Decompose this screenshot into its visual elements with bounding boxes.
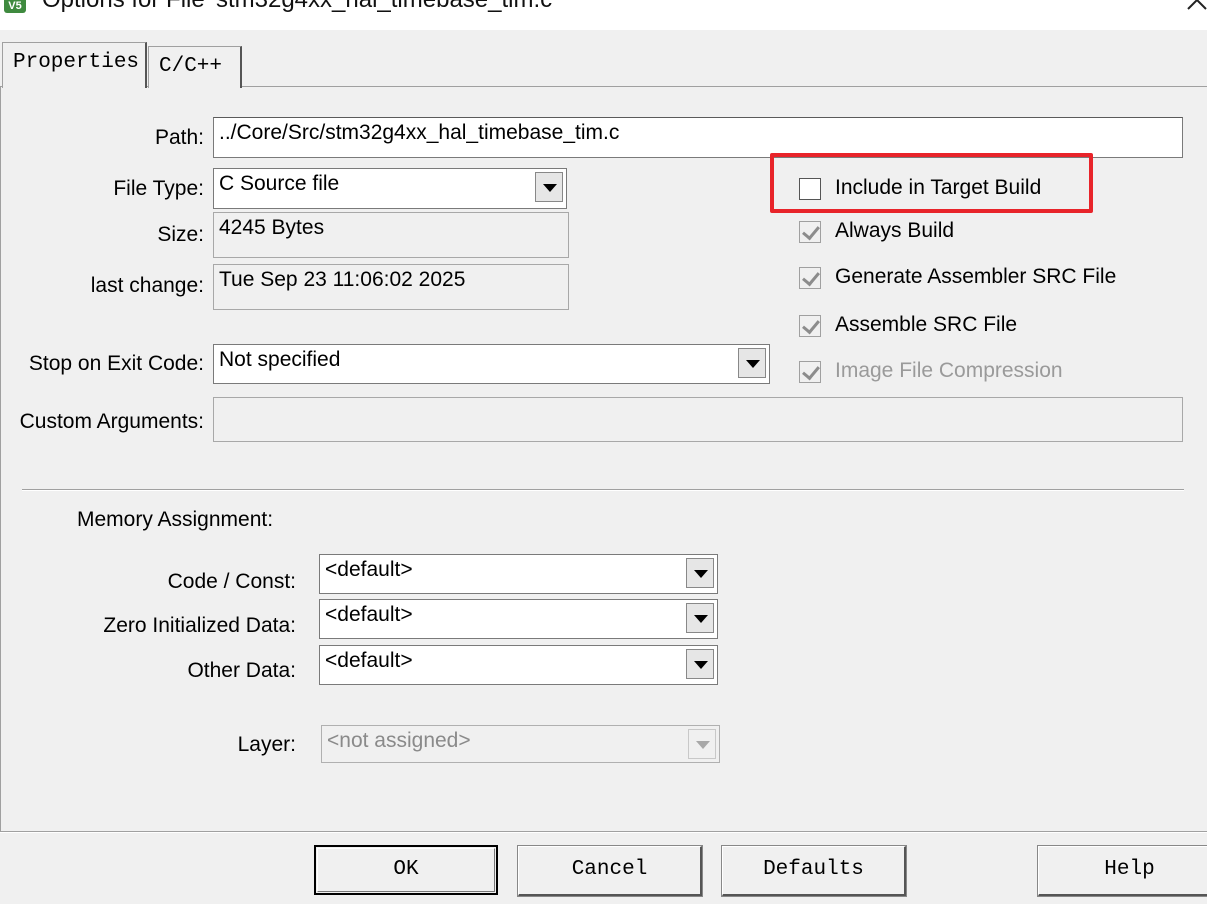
stop-on-exit-select[interactable]: Not specified bbox=[213, 344, 770, 384]
size-label: Size: bbox=[157, 223, 204, 246]
stop-on-exit-value: Not specified bbox=[219, 348, 341, 371]
path-field[interactable]: ../Core/Src/stm32g4xx_hal_timebase_tim.c bbox=[213, 117, 1183, 158]
tab-cpp[interactable]: C/C++ bbox=[148, 46, 242, 88]
other-data-select[interactable]: <default> bbox=[319, 645, 718, 685]
chevron-down-icon bbox=[688, 729, 716, 759]
other-data-label: Other Data: bbox=[187, 659, 296, 682]
generate-assembler-src-label: Generate Assembler SRC File bbox=[835, 265, 1117, 288]
stop-on-exit-label: Stop on Exit Code: bbox=[28, 352, 204, 375]
zero-initialized-label: Zero Initialized Data: bbox=[103, 614, 296, 637]
path-label: Path: bbox=[154, 126, 204, 149]
image-file-compression-option: Image File Compression bbox=[799, 359, 1099, 387]
close-icon[interactable] bbox=[1184, 0, 1207, 13]
last-change-field: Tue Sep 23 11:06:02 2025 bbox=[213, 264, 569, 310]
memory-assignment-heading: Memory Assignment: bbox=[77, 508, 274, 531]
tab-cpp-label: C/C++ bbox=[159, 55, 223, 78]
code-const-select[interactable]: <default> bbox=[319, 554, 718, 594]
ok-button[interactable]: OK bbox=[314, 845, 498, 895]
file-type-value: C Source file bbox=[219, 172, 340, 195]
image-file-compression-label: Image File Compression bbox=[835, 359, 1063, 382]
chevron-down-icon[interactable] bbox=[686, 558, 714, 588]
button-bar-divider bbox=[0, 831, 1207, 833]
highlight-box bbox=[770, 153, 1093, 213]
assemble-src-option[interactable]: Assemble SRC File bbox=[799, 313, 1099, 341]
zero-initialized-value: <default> bbox=[325, 603, 413, 626]
image-file-compression-checkbox bbox=[799, 361, 821, 383]
chevron-down-icon[interactable] bbox=[686, 649, 714, 679]
zero-initialized-select[interactable]: <default> bbox=[319, 599, 718, 639]
always-build-option[interactable]: Always Build bbox=[799, 219, 1099, 247]
title-bar: V5 Options for File 'stm32g4xx_hal_timeb… bbox=[0, 0, 1207, 30]
code-const-label: Code / Const: bbox=[167, 570, 296, 593]
file-type-label: File Type: bbox=[113, 177, 204, 200]
size-field: 4245 Bytes bbox=[213, 212, 569, 258]
layer-label: Layer: bbox=[237, 733, 296, 756]
always-build-checkbox[interactable] bbox=[799, 221, 821, 243]
chevron-down-icon[interactable] bbox=[535, 172, 563, 202]
section-divider bbox=[22, 489, 1184, 491]
custom-arguments-label: Custom Arguments: bbox=[19, 410, 204, 433]
generate-assembler-src-option[interactable]: Generate Assembler SRC File bbox=[799, 265, 1159, 293]
tab-properties[interactable]: Properties bbox=[2, 42, 147, 88]
assemble-src-checkbox[interactable] bbox=[799, 315, 821, 337]
help-button[interactable]: Help bbox=[1037, 845, 1207, 897]
tab-properties-label: Properties bbox=[13, 51, 140, 74]
last-change-label: last change: bbox=[90, 274, 204, 297]
layer-select: <not assigned> bbox=[321, 725, 720, 763]
code-const-value: <default> bbox=[325, 558, 413, 581]
other-data-value: <default> bbox=[325, 649, 413, 672]
always-build-label: Always Build bbox=[835, 219, 955, 242]
app-icon: V5 bbox=[4, 0, 26, 13]
assemble-src-label: Assemble SRC File bbox=[835, 313, 1018, 336]
chevron-down-icon[interactable] bbox=[738, 348, 766, 378]
cancel-button[interactable]: Cancel bbox=[517, 845, 703, 897]
custom-arguments-field bbox=[213, 397, 1183, 442]
window-title: Options for File 'stm32g4xx_hal_timebase… bbox=[42, 0, 557, 14]
layer-value: <not assigned> bbox=[327, 729, 471, 752]
file-type-select[interactable]: C Source file bbox=[213, 168, 567, 209]
chevron-down-icon[interactable] bbox=[686, 603, 714, 633]
generate-assembler-src-checkbox[interactable] bbox=[799, 267, 821, 289]
defaults-button[interactable]: Defaults bbox=[721, 845, 907, 897]
